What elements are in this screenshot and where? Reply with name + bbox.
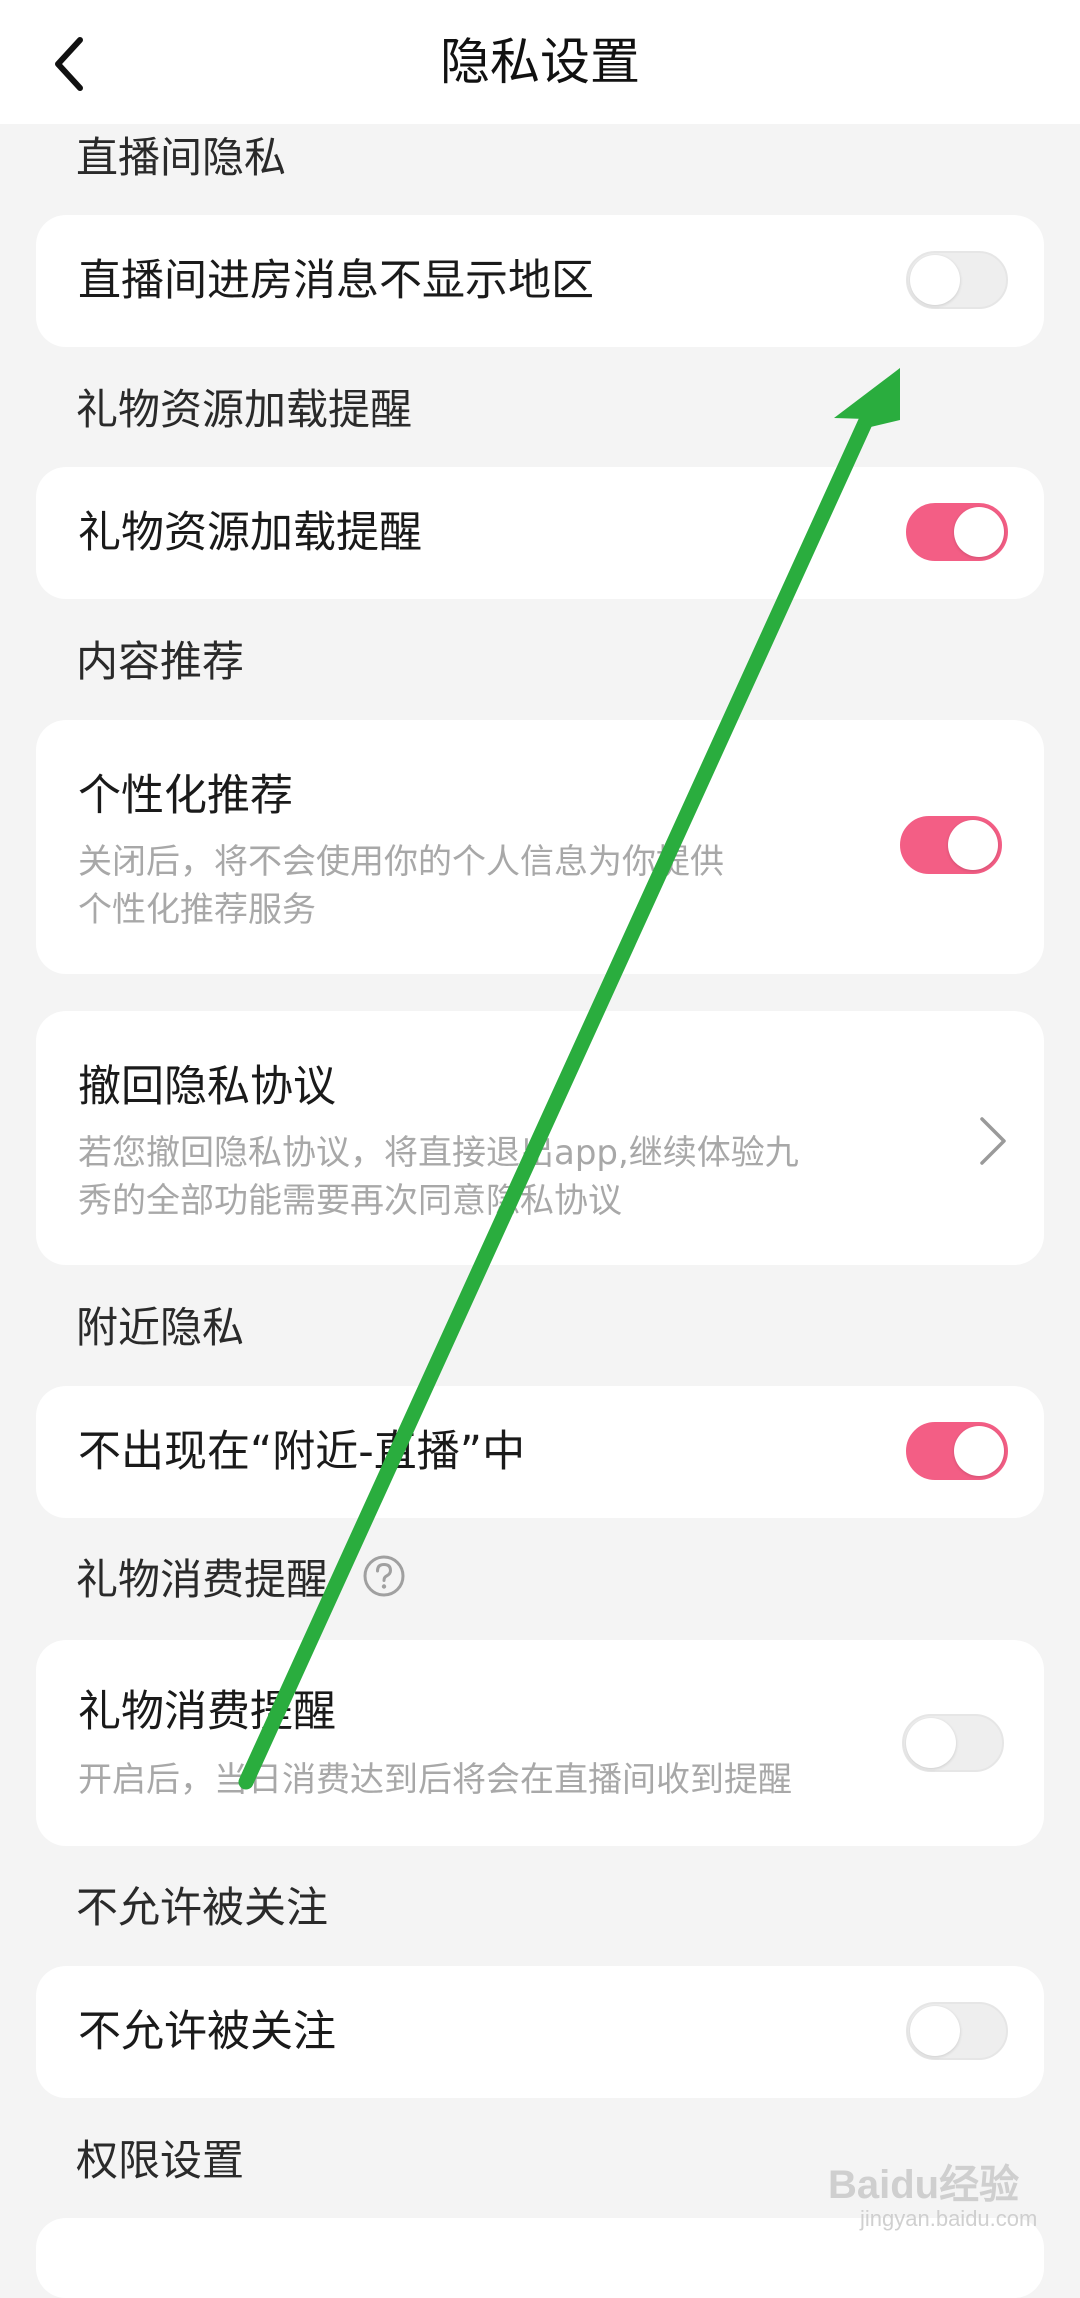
toggle-personalized[interactable] — [900, 816, 1002, 874]
setting-title-revoke-privacy: 撤回隐私协议 — [78, 1062, 336, 1112]
section-label-gift-resource: 礼物资源加载提醒 — [76, 385, 413, 434]
setting-desc-personalized-line1: 关闭后，将不会使用你的个人信息为你提供 — [78, 842, 724, 882]
setting-title-gift-spend: 礼物消费提醒 — [78, 1687, 336, 1737]
setting-title-personalized: 个性化推荐 — [78, 771, 293, 821]
setting-card-personalized: 个性化推荐 关闭后，将不会使用你的个人信息为你提供 个性化推荐服务 — [36, 720, 1044, 974]
page-title: 隐私设置 — [440, 33, 640, 91]
section-label-nearby: 附近隐私 — [76, 1303, 245, 1352]
toggle-knob — [954, 1426, 1004, 1476]
setting-title-no-follow: 不允许被关注 — [78, 2007, 336, 2057]
header-bar: 隐私设置 — [0, 0, 1080, 124]
setting-desc-personalized-line2: 个性化推荐服务 — [78, 890, 316, 930]
setting-title-gift-resource: 礼物资源加载提醒 — [78, 508, 422, 558]
toggle-knob — [948, 820, 998, 870]
setting-desc-revoke-line2: 秀的全部功能需要再次同意隐私协议 — [78, 1181, 622, 1221]
setting-title-live-region: 直播间进房消息不显示地区 — [78, 256, 594, 306]
setting-card-gift-resource: 礼物资源加载提醒 — [36, 467, 1044, 599]
section-label-live-privacy: 直播间隐私 — [76, 133, 287, 182]
watermark-subtext: jingyan.baidu.com — [860, 2206, 1038, 2231]
toggle-knob — [906, 1718, 956, 1768]
setting-card-revoke-privacy[interactable]: 撤回隐私协议 若您撤回隐私协议，将直接退出app,继续体验九 秀的全部功能需要再… — [36, 1011, 1044, 1265]
section-label-gift-spend: 礼物消费提醒 — [76, 1555, 329, 1604]
setting-title-nearby: 不出现在“附近-直播”中 — [78, 1427, 526, 1477]
toggle-nearby[interactable] — [906, 1422, 1008, 1480]
setting-desc-gift-spend: 开启后，当日消费达到后将会在直播间收到提醒 — [78, 1760, 792, 1800]
toggle-gift-resource[interactable] — [906, 503, 1008, 561]
setting-card-gift-spend: 礼物消费提醒 开启后，当日消费达到后将会在直播间收到提醒 — [36, 1640, 1044, 1846]
section-label-no-follow: 不允许被关注 — [76, 1883, 329, 1932]
toggle-live-region[interactable] — [906, 251, 1008, 309]
watermark-logo: Baidu经验 jingyan.baidu.com — [828, 2152, 1037, 2232]
setting-card-live-region: 直播间进房消息不显示地区 — [36, 215, 1044, 347]
setting-card-no-follow: 不允许被关注 — [36, 1966, 1044, 2098]
chevron-right-icon — [980, 1117, 1006, 1165]
section-label-permissions: 权限设置 — [76, 2136, 245, 2185]
toggle-gift-spend[interactable] — [902, 1714, 1004, 1772]
toggle-knob — [954, 507, 1004, 557]
setting-desc-revoke-line1: 若您撤回隐私协议，将直接退出app,继续体验九 — [78, 1133, 799, 1173]
question-circle-icon[interactable] — [362, 1554, 406, 1598]
toggle-knob — [910, 255, 960, 305]
watermark-text: Baidu经验 — [828, 2163, 1020, 2207]
toggle-no-follow[interactable] — [906, 2002, 1008, 2060]
setting-card-nearby: 不出现在“附近-直播”中 — [36, 1386, 1044, 1518]
section-label-content-recommend: 内容推荐 — [76, 637, 245, 686]
toggle-knob — [910, 2006, 960, 2056]
